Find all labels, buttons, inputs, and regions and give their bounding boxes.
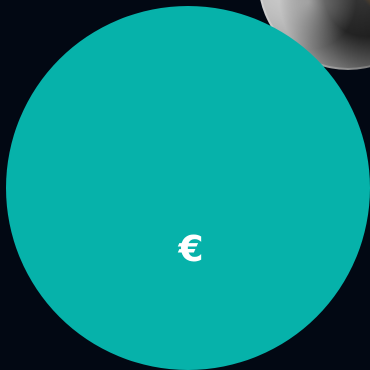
euro-currency-button[interactable]	[6, 6, 370, 370]
app-canvas: €	[0, 0, 370, 370]
